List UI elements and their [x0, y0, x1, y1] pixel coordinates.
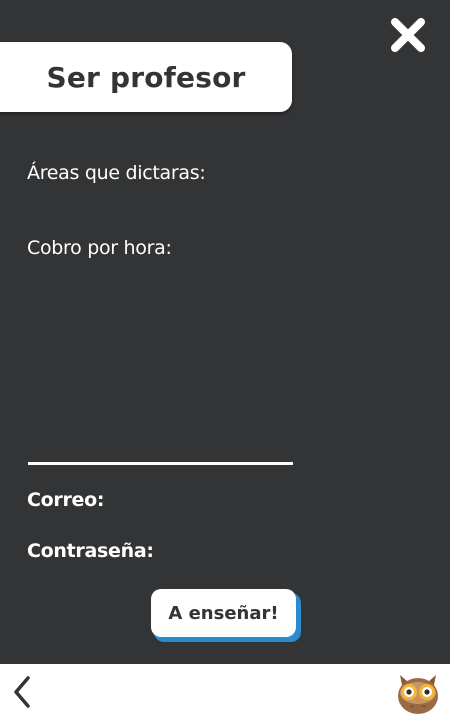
areas-label: Áreas que dictaras:	[27, 162, 206, 184]
teacher-signup-screen: Ser profesor Áreas que dictaras: Cobro p…	[0, 0, 450, 664]
hourly-rate-label: Cobro por hora:	[27, 237, 172, 259]
page-title: Ser profesor	[46, 60, 246, 94]
close-button[interactable]	[388, 15, 428, 55]
submit-button[interactable]: A enseñar!	[151, 589, 296, 637]
section-divider	[28, 462, 293, 465]
back-button[interactable]	[10, 674, 36, 710]
owl-logo	[394, 669, 442, 715]
email-label: Correo:	[27, 489, 105, 511]
bottom-navigation-bar	[0, 664, 450, 720]
close-icon	[391, 18, 425, 52]
password-label: Contraseña:	[27, 540, 154, 562]
chevron-left-icon	[14, 676, 30, 708]
title-card: Ser profesor	[0, 42, 292, 112]
